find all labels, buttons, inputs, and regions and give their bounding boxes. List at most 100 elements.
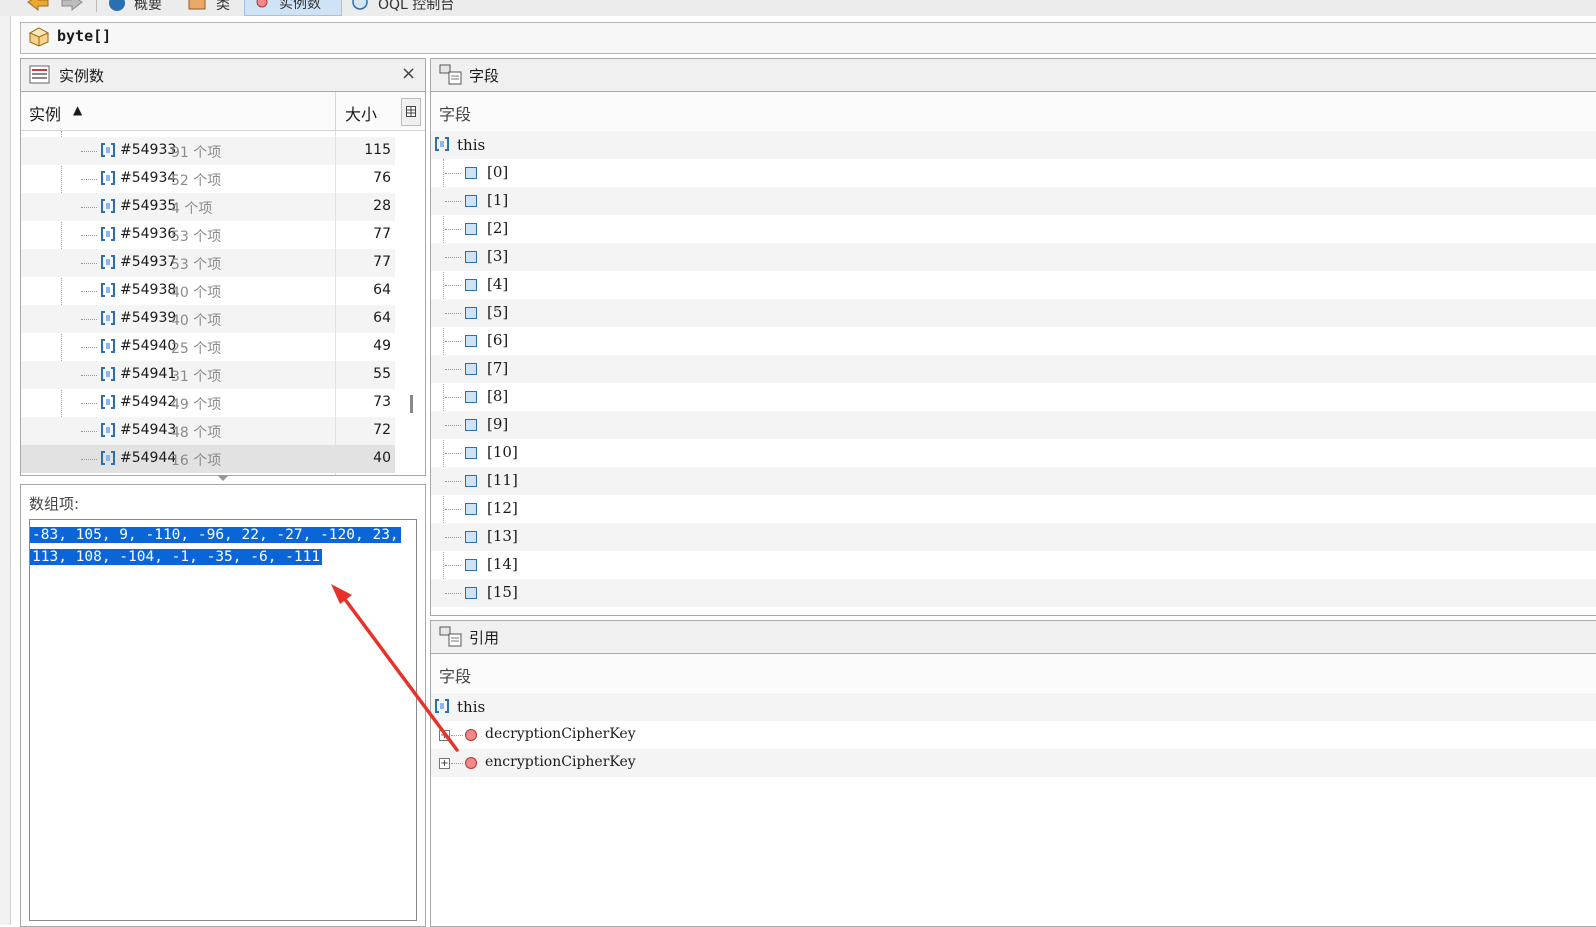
instances-panel: 实例数 × 实例 ▲ 大小 #54933 91 个项 115 #54934 52… [20, 58, 426, 481]
column-divider [335, 92, 336, 130]
field-item-row[interactable]: [3] [431, 243, 1596, 271]
sort-ascending-icon: ▲ [73, 103, 83, 117]
references-panel-title: 引用 [469, 629, 500, 647]
instance-size: 40 [373, 450, 391, 466]
instance-row[interactable]: #54943 48 个项 72 [21, 417, 395, 445]
field-primitive-icon [465, 475, 477, 487]
instance-row-selected[interactable]: #54944 16 个项 40 [21, 445, 395, 473]
instance-row[interactable]: #54941 31 个项 55 [21, 361, 395, 389]
field-item-row[interactable]: [8] [431, 383, 1596, 411]
field-primitive-icon [465, 447, 477, 459]
field-item-row[interactable]: [9] [431, 411, 1596, 439]
field-primitive-icon [465, 531, 477, 543]
expand-icon[interactable]: + [439, 730, 450, 741]
array-icon [101, 171, 115, 185]
close-icon[interactable]: × [401, 63, 416, 84]
field-item-row[interactable]: [11] [431, 467, 1596, 495]
instance-id: #54937 [120, 254, 177, 270]
references-panel: 引用 字段 this + decryptionCipherKey + encry… [430, 620, 1596, 927]
fields-column-header: 字段 [431, 92, 1596, 130]
tab-classes[interactable]: 类 [216, 0, 230, 14]
instance-id: #54942 [120, 394, 177, 410]
field-item-name: [14] [487, 555, 518, 573]
array-icon [435, 699, 449, 713]
field-item-row[interactable]: [0] [431, 159, 1596, 187]
instance-row[interactable]: #54933 91 个项 115 [21, 137, 395, 165]
instances-panel-header: 实例数 × [21, 59, 425, 92]
array-icon [101, 339, 115, 353]
field-primitive-icon [465, 363, 477, 375]
instance-id: #54943 [120, 422, 177, 438]
column-field-header[interactable]: 字段 [439, 663, 471, 687]
expand-icon[interactable]: + [439, 758, 450, 769]
instances-panel-title: 实例数 [59, 67, 105, 85]
instance-row[interactable]: #54940 25 个项 49 [21, 333, 395, 361]
splitter-handle-icon[interactable] [217, 475, 229, 481]
instance-icon [256, 0, 268, 8]
field-item-row[interactable]: [1] [431, 187, 1596, 215]
column-field-header[interactable]: 字段 [439, 101, 471, 125]
field-primitive-icon [465, 251, 477, 263]
reference-item-name: decryptionCipherKey [485, 726, 636, 742]
instance-id: #54940 [120, 338, 177, 354]
instance-item-count: 53 个项 [171, 257, 222, 273]
instance-row[interactable]: #54937 53 个项 77 [21, 249, 395, 277]
field-primitive-icon [465, 167, 477, 179]
field-root-row[interactable]: this [431, 131, 1596, 159]
instance-size: 72 [373, 422, 391, 438]
field-item-row[interactable]: [14] [431, 551, 1596, 579]
column-size-header[interactable]: 大小 [345, 101, 377, 125]
instance-row[interactable]: #54934 52 个项 76 [21, 165, 395, 193]
class-icon [188, 0, 206, 10]
array-icon [101, 395, 115, 409]
array-icon [101, 367, 115, 381]
column-instance-header[interactable]: 实例 [29, 101, 61, 125]
instances-list-icon [29, 65, 50, 84]
array-items-textarea[interactable]: -83, 105, 9, -110, -96, 22, -27, -120, 2… [29, 519, 417, 921]
array-values-line-1: -83, 105, 9, -110, -96, 22, -27, -120, 2… [30, 527, 401, 543]
instance-id: #54938 [120, 282, 177, 298]
top-navigation-bar: 概要 类 实例数 OQL 控制台 [0, 0, 1596, 16]
field-item-row[interactable]: [7] [431, 355, 1596, 383]
back-arrow-icon[interactable] [26, 0, 50, 14]
instance-item-count: 48 个项 [171, 425, 222, 441]
column-divider [335, 131, 336, 475]
column-chooser-button[interactable] [401, 98, 421, 126]
instance-row[interactable]: #54942 49 个项 73 [21, 389, 395, 417]
array-items-label: 数组项: [29, 495, 80, 513]
tab-oql-console[interactable]: OQL 控制台 [378, 0, 454, 14]
field-item-row[interactable]: [12] [431, 495, 1596, 523]
tab-instances[interactable]: 实例数 [244, 0, 342, 16]
field-primitive-icon [465, 391, 477, 403]
field-item-row[interactable]: [13] [431, 523, 1596, 551]
references-column-header: 字段 [431, 654, 1596, 692]
instance-row[interactable]: #54939 40 个项 64 [21, 305, 395, 333]
field-item-name: [10] [487, 443, 518, 461]
field-item-row[interactable]: [4] [431, 271, 1596, 299]
vertical-scrollbar-thumb[interactable] [410, 395, 413, 413]
field-item-row[interactable]: [5] [431, 299, 1596, 327]
instance-id: #54941 [120, 366, 177, 382]
field-item-name: [12] [487, 499, 518, 517]
field-item-row[interactable]: [10] [431, 439, 1596, 467]
tab-summary[interactable]: 概要 [134, 0, 162, 14]
reference-root-row[interactable]: this [431, 693, 1596, 721]
instance-row[interactable]: #54936 53 个项 77 [21, 221, 395, 249]
field-item-name: [5] [487, 303, 509, 321]
field-primitive-icon [465, 503, 477, 515]
array-values-text[interactable]: -83, 105, 9, -110, -96, 22, -27, -120, 2… [30, 524, 401, 568]
field-item-name: [4] [487, 275, 509, 293]
instance-row[interactable]: #54935 4 个项 28 [21, 193, 395, 221]
reference-item-row[interactable]: + decryptionCipherKey [431, 721, 1596, 749]
field-item-row[interactable]: [6] [431, 327, 1596, 355]
reference-item-row[interactable]: + encryptionCipherKey [431, 749, 1596, 777]
field-item-row[interactable]: [2] [431, 215, 1596, 243]
array-icon [101, 423, 115, 437]
instance-row[interactable]: #54938 40 个项 64 [21, 277, 395, 305]
forward-arrow-icon[interactable] [60, 0, 84, 14]
field-item-name: [11] [487, 471, 518, 489]
field-item-row[interactable]: [15] [431, 579, 1596, 607]
fields-panel: 字段 字段 this [0] [1] [2] [3] [4] [5] [6] [… [430, 58, 1596, 616]
reference-item-name: encryptionCipherKey [485, 754, 636, 770]
field-primitive-icon [465, 223, 477, 235]
